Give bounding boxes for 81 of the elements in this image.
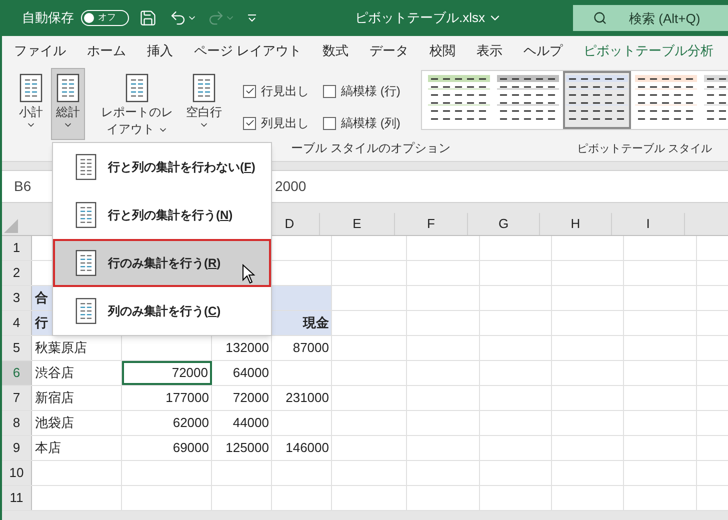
column-header[interactable]: H — [570, 214, 580, 234]
checkbox[interactable] — [323, 84, 336, 98]
menu-item[interactable]: 行と列の集計を行わない(F) — [53, 143, 271, 191]
option-checkbox[interactable]: 縞模様 (列) — [323, 114, 413, 132]
table-cell: 72000 — [122, 361, 212, 385]
column-header[interactable]: F — [427, 214, 435, 234]
ribbon-tab[interactable]: ファイル — [14, 36, 66, 66]
table-cell: 本店 — [32, 436, 122, 460]
row-header[interactable]: 1 — [2, 236, 32, 260]
column-header[interactable]: E — [352, 214, 362, 234]
document-lines-icon — [75, 153, 97, 181]
file-name[interactable]: ピボットテーブル.xlsx — [355, 8, 485, 28]
column-header[interactable]: I — [646, 214, 650, 234]
table-cell: 177000 — [122, 386, 212, 410]
option-checkbox[interactable]: 縞模様 (行) — [323, 82, 413, 100]
ribbon-tab[interactable]: データ — [370, 36, 409, 66]
ribbon-tab[interactable]: 校閲 — [430, 36, 456, 66]
row-header[interactable]: 9 — [2, 436, 32, 460]
ribbon-button[interactable]: 小計 — [14, 68, 48, 140]
group-label: ーブル スタイルのオプション — [291, 140, 450, 157]
table-cell: 新宿店 — [32, 386, 122, 410]
column-header[interactable]: D — [284, 214, 294, 234]
option-checkbox[interactable]: 行見出し — [243, 82, 323, 100]
checkbox[interactable] — [243, 116, 256, 130]
document-lines-icon — [56, 73, 80, 103]
table-cell: 69000 — [122, 436, 212, 460]
option-checkbox[interactable]: 列見出し — [243, 114, 323, 132]
group-label: ピボットテーブル スタイル — [577, 142, 714, 156]
save-icon[interactable] — [139, 9, 157, 27]
table-cell: 現金 — [272, 311, 332, 335]
menu-item[interactable]: 行と列の集計を行う(N) — [53, 191, 271, 239]
checkbox[interactable] — [243, 84, 256, 98]
mouse-cursor-icon — [242, 264, 256, 284]
check-icon — [244, 118, 254, 128]
table-cell: 44000 — [212, 411, 272, 435]
ribbon-tab[interactable]: ヘルプ — [524, 36, 563, 66]
autosave-toggle[interactable]: オフ — [81, 10, 129, 26]
undo-icon[interactable] — [169, 9, 187, 27]
ribbon-tab[interactable]: 数式 — [322, 36, 349, 66]
menu-item[interactable]: 行のみ集計を行う(R) — [53, 239, 271, 287]
table-style-thumbnail[interactable] — [563, 71, 631, 129]
table-cell: 64000 — [212, 361, 272, 385]
formula-field[interactable]: 2000 — [275, 176, 306, 197]
table-cell: 池袋店 — [32, 411, 122, 435]
ribbon-tab[interactable]: ピボットテーブル分析 — [584, 36, 714, 66]
table-cell: 125000 — [212, 436, 272, 460]
search-field[interactable]: 検索 (Alt+Q) — [573, 5, 728, 31]
customize-icon[interactable] — [247, 13, 257, 23]
ribbon-tab[interactable]: ホーム — [87, 36, 126, 66]
ribbon-tab[interactable]: 挿入 — [147, 36, 173, 66]
row-header[interactable]: 5 — [2, 336, 32, 360]
table-cell: 渋谷店 — [32, 361, 122, 385]
document-lines-icon — [192, 73, 216, 103]
document-lines-icon — [75, 201, 97, 229]
row-header[interactable]: 11 — [2, 486, 32, 510]
table-cell: 231000 — [272, 386, 332, 410]
table-cell: 62000 — [122, 411, 212, 435]
ribbon-button[interactable]: レポートのレ イアウト — [96, 68, 178, 140]
table-cell: 146000 — [272, 436, 332, 460]
ribbon-tab[interactable]: 表示 — [476, 36, 503, 66]
document-lines-icon — [75, 297, 97, 325]
document-lines-icon — [19, 73, 43, 103]
document-lines-icon — [125, 73, 149, 103]
table-cell: 72000 — [212, 386, 272, 410]
checkbox[interactable] — [323, 116, 336, 130]
row-header[interactable]: 10 — [2, 461, 32, 485]
row-header[interactable]: 4 — [2, 311, 32, 335]
search-icon — [593, 11, 607, 25]
row-header[interactable]: 8 — [2, 411, 32, 435]
check-icon — [244, 86, 254, 96]
row-header[interactable]: 3 — [2, 286, 32, 310]
ribbon-button[interactable]: 総計 — [51, 68, 85, 140]
row-header[interactable]: 7 — [2, 386, 32, 410]
ribbon-button[interactable]: 空白行 — [181, 68, 227, 140]
document-lines-icon — [75, 249, 97, 277]
column-header[interactable]: G — [498, 214, 509, 234]
row-header[interactable]: 2 — [2, 261, 32, 285]
row-header[interactable]: 6 — [2, 361, 32, 385]
ribbon-tab[interactable]: ページ レイアウト — [194, 36, 302, 66]
autosave-label: 自動保存 — [22, 9, 74, 28]
table-cell: 87000 — [272, 336, 332, 360]
